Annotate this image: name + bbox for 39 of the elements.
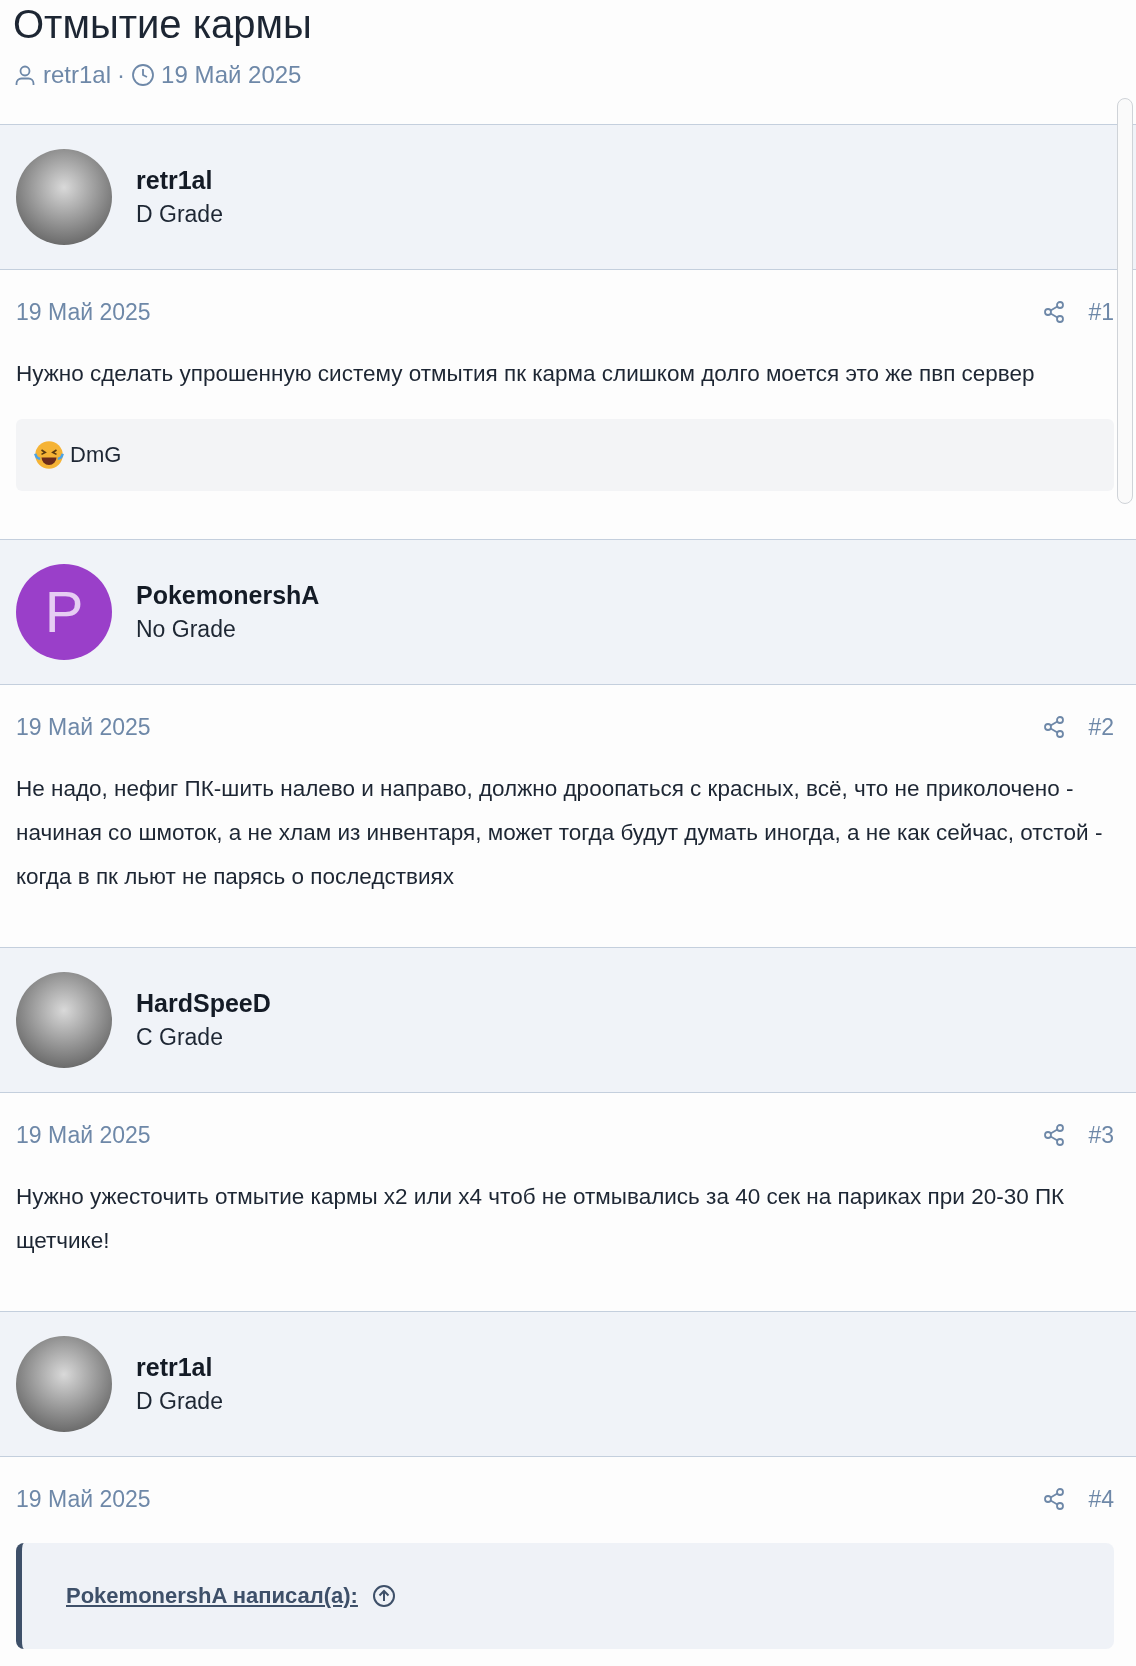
- post-date[interactable]: 19 Май 2025: [16, 1485, 151, 1513]
- post-number[interactable]: #4: [1088, 1485, 1114, 1513]
- avatar[interactable]: P: [16, 564, 112, 660]
- quote-author-link[interactable]: PokemonershA написал(а):: [66, 1583, 358, 1609]
- date-link[interactable]: 19 Май 2025: [161, 61, 302, 89]
- share-icon: [1042, 715, 1067, 739]
- reaction-user[interactable]: DmG: [70, 442, 122, 468]
- share-icon: [1042, 1487, 1067, 1511]
- post-text: Нужно сделать упрошенную систему отмытия пк карма слишком долго моется это же пвп сервер: [16, 360, 1036, 388]
- user-icon: [13, 63, 37, 87]
- post-number[interactable]: #2: [1088, 713, 1114, 741]
- share-icon: [1042, 1123, 1067, 1147]
- post-number[interactable]: #1: [1088, 298, 1114, 326]
- username[interactable]: retr1al: [136, 1353, 223, 1382]
- user-grade: No Grade: [136, 616, 237, 643]
- username[interactable]: HardSpeeD: [136, 989, 271, 1018]
- post-text: Не надо, нефиг ПК-шить налево и направо, должно дроопаться с красных, всё, что не приколочено - начиная со шмоток, а не хлам из инвентаря, может тогда будут думать иногда, а не как сейчас, отстой - когда в пк льют не парясь о последствиях: [16, 775, 1104, 891]
- user-grade: D Grade: [136, 1388, 223, 1415]
- post-date[interactable]: 19 Май 2025: [16, 713, 151, 741]
- user-grade: D Grade: [136, 201, 223, 228]
- laughing-face-icon: [34, 440, 64, 470]
- author-link[interactable]: retr1al: [43, 61, 112, 89]
- share-button[interactable]: [1042, 1487, 1067, 1511]
- thread-title: Отмытие кармы: [13, 1, 313, 48]
- post-number[interactable]: #3: [1088, 1121, 1114, 1149]
- clock-icon: [131, 63, 156, 87]
- share-button[interactable]: [1042, 300, 1067, 324]
- arrow-up-icon: [371, 1584, 396, 1608]
- meta-separator: ·: [117, 61, 126, 89]
- share-button[interactable]: [1042, 715, 1067, 739]
- username[interactable]: PokemonershA: [136, 581, 320, 610]
- share-icon: [1042, 300, 1067, 324]
- post-date[interactable]: 19 Май 2025: [16, 298, 151, 326]
- post-text: Нужно ужесточить отмытие кармы x2 или x4 чтоб не отмывались за 40 сек на париках при 20-30 ПК щетчике!: [16, 1183, 1066, 1255]
- username[interactable]: retr1al: [136, 166, 223, 195]
- share-button[interactable]: [1042, 1123, 1067, 1147]
- scrollbar-thumb[interactable]: [1117, 98, 1133, 504]
- post-date[interactable]: 19 Май 2025: [16, 1121, 151, 1149]
- user-grade: C Grade: [136, 1024, 224, 1051]
